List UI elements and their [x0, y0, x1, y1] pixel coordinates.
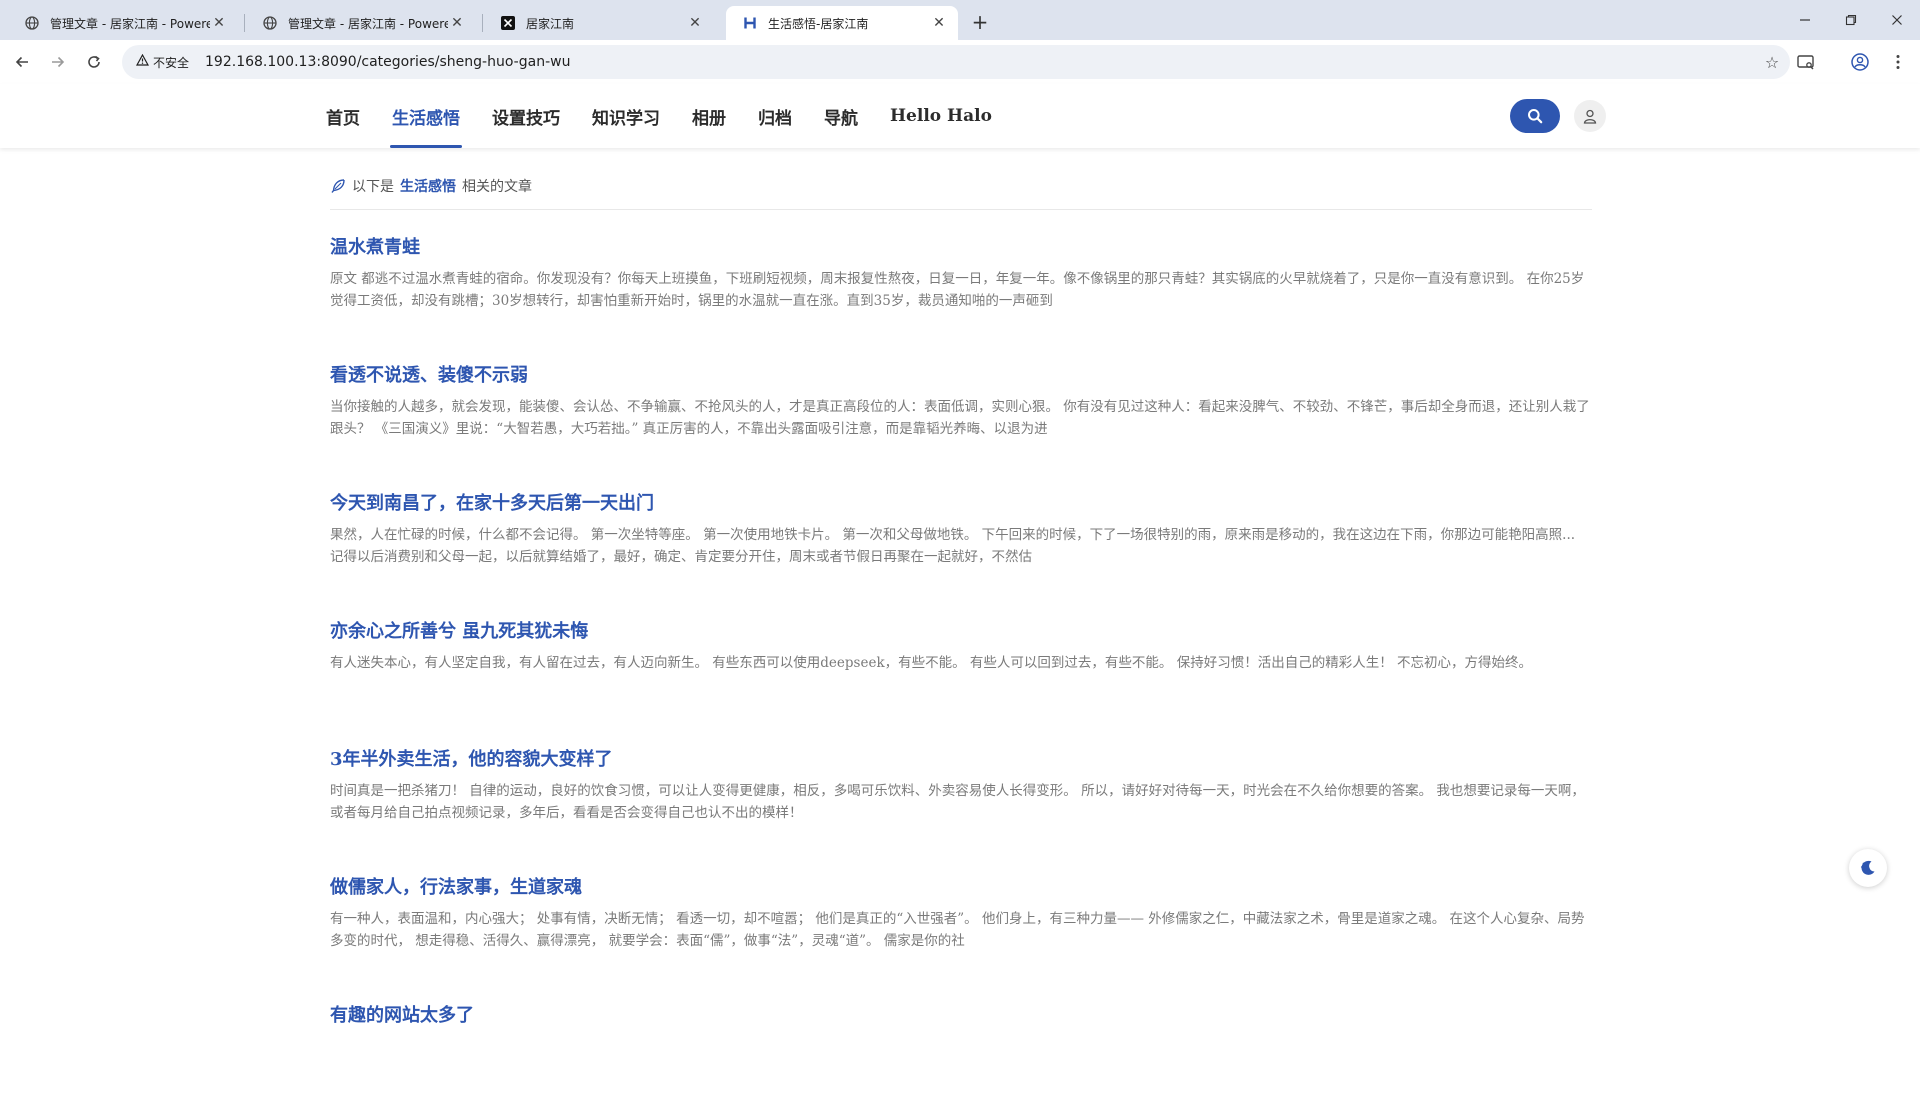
feather-icon — [330, 178, 346, 194]
post-item: 有趣的网站太多了 — [330, 1002, 1592, 1106]
post-excerpt: 有人迷失本心，有人坚定自我，有人留在过去，有人迈向新生。 有些东西可以使用dee… — [330, 655, 1533, 671]
category-banner: 以下是 生活感悟 相关的文章 — [330, 174, 1592, 198]
post-item: 温水煮青蛙 原文 都逃不过温水煮青蛙的宿命。你发现没有？你每天上班摸鱼，下班刷短… — [330, 234, 1592, 338]
search-icon — [1527, 108, 1543, 124]
warning-icon — [135, 53, 150, 70]
post-title-link[interactable]: 看透不说透、装傻不示弱 — [330, 362, 1592, 390]
search-button[interactable] — [1510, 99, 1560, 133]
post-excerpt: 原文 都逃不过温水煮青蛙的宿命。你发现没有？你每天上班摸鱼，下班刷短视频，周末报… — [330, 271, 1585, 309]
user-button[interactable] — [1574, 100, 1606, 132]
post-title-link[interactable]: 今天到南昌了，在家十多天后第一天出门 — [330, 490, 1592, 518]
post-title-link[interactable]: 做儒家人，行法家事，生道家魂 — [330, 874, 1592, 902]
browser-tab-2[interactable]: 管理文章 - 居家江南 - Powered by Halo ✕ — [246, 6, 476, 40]
security-indicator[interactable]: 不安全 — [130, 49, 197, 75]
new-tab-icon[interactable]: + — [968, 10, 992, 34]
post-title-link[interactable]: 3年半外卖生活，他的容貌大变样了 — [330, 746, 1592, 774]
main-nav: 首页 生活感悟 设置技巧 知识学习 相册 归档 导航 Hello Halo — [310, 84, 1008, 148]
post-title-link[interactable]: 亦余心之所善兮 虽九死其犹未悔 — [330, 618, 1592, 646]
post-item: 做儒家人，行法家事，生道家魂 有一种人，表面温和，内心强大； 处事有情，决断无情… — [330, 874, 1592, 978]
globe-icon — [262, 15, 278, 31]
close-window-icon[interactable] — [1874, 8, 1920, 32]
post-title-link[interactable]: 温水煮青蛙 — [330, 234, 1592, 262]
forward-arrow-icon[interactable] — [46, 50, 70, 74]
post-item: 看透不说透、装傻不示弱 当你接触的人越多，就会发现，能装傻、会认怂、不争输赢、不… — [330, 362, 1592, 466]
x-logo-icon — [500, 15, 516, 31]
h-logo-icon — [742, 15, 758, 31]
site-header: 首页 生活感悟 设置技巧 知识学习 相册 归档 导航 Hello Halo — [0, 84, 1920, 148]
nav-item-home[interactable]: 首页 — [310, 84, 376, 148]
post-list: 以下是 生活感悟 相关的文章 温水煮青蛙 原文 都逃不过温水煮青蛙的宿命。你发现… — [330, 148, 1592, 1106]
post-excerpt: 有一种人，表面温和，内心强大； 处事有情，决断无情； 看透一切，却不喧嚣； 他们… — [330, 911, 1585, 949]
url-text: 192.168.100.13:8090/categories/sheng-huo… — [205, 54, 571, 70]
post-item: 今天到南昌了，在家十多天后第一天出门 果然，人在忙碌的时候，什么都不会记得。 第… — [330, 490, 1592, 594]
browser-tab-strip: 管理文章 - 居家江南 - Powered by Halo ✕ 管理文章 - 居… — [0, 0, 1920, 40]
post-excerpt: 当你接触的人越多，就会发现，能装傻、会认怂、不争输赢、不抢风头的人，才是真正高段… — [330, 399, 1590, 437]
user-icon — [1583, 109, 1597, 124]
banner-suffix: 相关的文章 — [462, 179, 532, 195]
post-title-link[interactable]: 有趣的网站太多了 — [330, 1002, 1592, 1030]
dark-mode-toggle[interactable] — [1849, 849, 1887, 887]
nav-item-setup-tips[interactable]: 设置技巧 — [476, 84, 576, 148]
bookmark-star-icon[interactable]: ☆ — [1762, 52, 1782, 72]
menu-dots-icon[interactable] — [1886, 50, 1910, 74]
banner-prefix: 以下是 — [352, 179, 394, 195]
divider — [330, 209, 1592, 210]
tab-title: 生活感悟-居家江南 — [768, 16, 869, 31]
browser-tab-1[interactable]: 管理文章 - 居家江南 - Powered by Halo ✕ — [8, 6, 238, 40]
post-excerpt: 果然，人在忙碌的时候，什么都不会记得。 第一次坐特等座。 第一次使用地铁卡片。 … — [330, 527, 1576, 565]
post-excerpt: 时间真是一把杀猪刀！ 自律的运动，良好的饮食习惯，可以让人变得更健康，相反，多喝… — [330, 783, 1585, 821]
reload-icon[interactable] — [82, 50, 106, 74]
close-tab-icon[interactable]: ✕ — [686, 14, 704, 32]
profile-icon[interactable] — [1848, 50, 1872, 74]
tab-title: 居家江南 — [526, 16, 575, 31]
nav-item-album[interactable]: 相册 — [676, 84, 742, 148]
close-tab-icon[interactable]: ✕ — [210, 14, 228, 32]
tab-title: 管理文章 - 居家江南 - Powered by Halo — [50, 16, 210, 31]
post-item: 3年半外卖生活，他的容貌大变样了 时间真是一把杀猪刀！ 自律的运动，良好的饮食习… — [330, 746, 1592, 850]
nav-item-knowledge[interactable]: 知识学习 — [576, 84, 676, 148]
close-tab-icon[interactable]: ✕ — [930, 14, 948, 32]
nav-item-life-insights[interactable]: 生活感悟 — [376, 84, 476, 148]
nav-item-navigation[interactable]: 导航 — [808, 84, 874, 148]
nav-item-archive[interactable]: 归档 — [742, 84, 808, 148]
tab-title: 管理文章 - 居家江南 - Powered by Halo — [288, 16, 448, 31]
banner-category-name[interactable]: 生活感悟 — [400, 176, 456, 196]
globe-icon — [24, 15, 40, 31]
nav-item-hello-halo[interactable]: Hello Halo — [874, 84, 1008, 148]
close-tab-icon[interactable]: ✕ — [448, 14, 466, 32]
tab-separator — [244, 14, 245, 32]
security-label: 不安全 — [153, 55, 190, 70]
moon-icon — [1858, 858, 1878, 878]
address-bar[interactable]: 不安全 192.168.100.13:8090/categories/sheng… — [122, 45, 1790, 79]
browser-tab-3[interactable]: 居家江南 ✕ — [484, 6, 714, 40]
cast-icon[interactable] — [1794, 50, 1818, 74]
browser-tab-active[interactable]: 生活感悟-居家江南 ✕ — [726, 6, 958, 40]
restore-icon[interactable] — [1828, 8, 1874, 32]
back-arrow-icon[interactable] — [10, 50, 34, 74]
minimize-icon[interactable] — [1782, 8, 1828, 32]
tab-separator — [482, 14, 483, 32]
post-item: 亦余心之所善兮 虽九死其犹未悔 有人迷失本心，有人坚定自我，有人留在过去，有人迈… — [330, 618, 1592, 722]
